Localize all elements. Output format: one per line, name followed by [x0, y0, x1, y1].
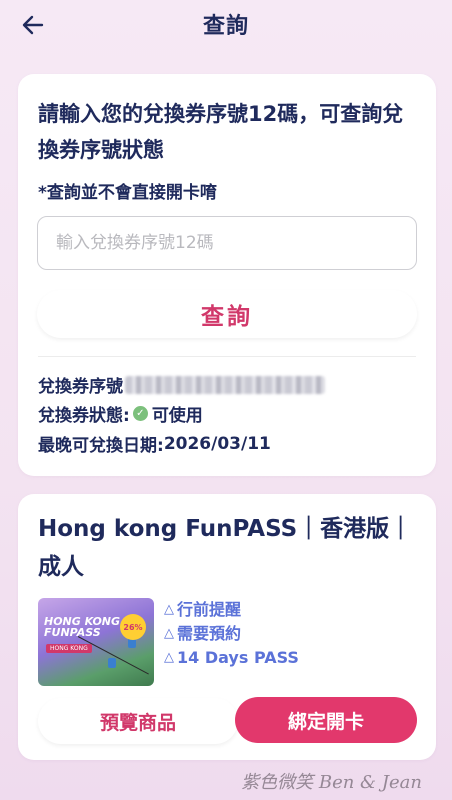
tag-item[interactable]: △ 14 Days PASS [164, 646, 299, 670]
preview-product-button[interactable]: 預覽商品 [38, 698, 238, 744]
page-title: 查詢 [202, 14, 249, 39]
serial-row: 兌換券序號 [38, 372, 325, 397]
serial-label: 兌換券序號 [38, 377, 123, 397]
product-thumbnail[interactable]: HONG KONG FUNPASS HONG KONG 26% [38, 598, 154, 686]
top-bar: 查詢 [0, 0, 452, 52]
gondola-icon [108, 658, 116, 668]
query-button[interactable]: 查詢 [37, 290, 417, 338]
note-text: *查詢並不會直接開卡唷 [38, 183, 217, 203]
tag-item[interactable]: △ 行前提醒 [164, 598, 299, 622]
redacted-serial [125, 375, 325, 394]
watermark-text: 紫色微笑 Ben & Jean [241, 772, 422, 793]
serial-input[interactable] [37, 216, 417, 270]
bind-card-button[interactable]: 綁定開卡 [235, 697, 417, 743]
tag-label: 行前提醒 [177, 600, 242, 619]
query-card: 請輸入您的兌換券序號12碼，可查詢兌換券序號狀態 *查詢並不會直接開卡唷 查詢 … [18, 74, 436, 476]
tag-list: △ 行前提醒 △ 需要預約 △ 14 Days PASS [164, 598, 299, 670]
instruction-text: 請輸入您的兌換券序號12碼，可查詢兌換券序號狀態 [38, 102, 404, 162]
tag-item[interactable]: △ 需要預約 [164, 622, 299, 646]
tag-label: 需要預約 [177, 624, 242, 643]
thumbnail-subtitle: HONG KONG [46, 644, 92, 653]
status-value: 可使用 [151, 406, 203, 426]
product-card: Hong kong FunPASS｜香港版｜成人 HONG KONG FUNPA… [18, 494, 436, 760]
discount-badge: 26% [120, 614, 146, 640]
product-title: Hong kong FunPASS｜香港版｜成人 [38, 516, 413, 580]
status-label: 兌換券狀態: [38, 406, 130, 426]
cable-line [77, 636, 149, 675]
divider [38, 356, 416, 357]
warning-icon: △ [164, 650, 174, 665]
check-circle-icon: ✓ [132, 406, 148, 421]
warning-icon: △ [164, 602, 174, 617]
expiry-label: 最晚可兌換日期: [38, 436, 164, 456]
tag-label: 14 Days PASS [177, 648, 299, 667]
expiry-value: 2026/03/11 [163, 433, 271, 454]
status-row: 兌換券狀態: ✓ 可使用 [38, 401, 203, 426]
expiry-row: 最晚可兌換日期: 2026/03/11 [38, 431, 271, 457]
warning-icon: △ [164, 626, 174, 641]
